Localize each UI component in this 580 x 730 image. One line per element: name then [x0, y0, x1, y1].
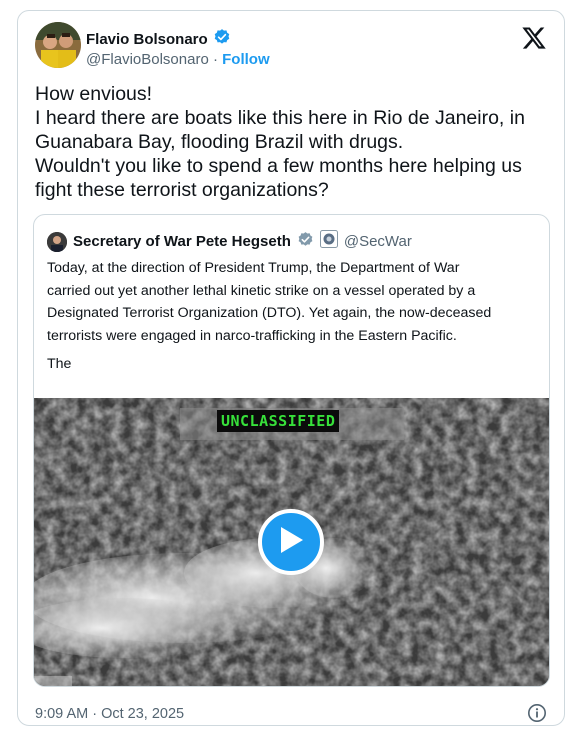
quoted-post[interactable]: Secretary of War Pete Hegseth @SecWar To…	[33, 214, 550, 687]
quote-text-line: Today, at the direction of President Tru…	[47, 260, 460, 276]
quote-author-avatar[interactable]	[47, 231, 67, 252]
government-badge-icon	[319, 230, 338, 253]
post-text-line: fight these terrorist organizations?	[35, 179, 329, 201]
post-text-line: I heard there are boats like this here i…	[35, 107, 525, 129]
info-icon[interactable]	[527, 703, 547, 723]
quote-text-line: Designated Terrorist Organization (DTO).…	[47, 305, 492, 321]
quote-author-handle[interactable]: @SecWar	[344, 233, 412, 250]
post-text-line: How envious!	[35, 83, 153, 105]
video-progress-indicator	[34, 676, 72, 686]
post-text: How envious! I heard there are boats lik…	[35, 82, 545, 202]
author-name[interactable]: Flavio Bolsonaro	[86, 31, 208, 48]
author-handle[interactable]: @FlavioBolsonaro	[86, 51, 209, 68]
x-logo-icon[interactable]	[521, 25, 547, 51]
quote-truncated-text: The	[47, 356, 72, 372]
verified-badge-icon	[297, 231, 314, 253]
quote-text-line: carried out yet another lethal kinetic s…	[47, 282, 476, 299]
verified-badge-icon	[213, 28, 231, 51]
quote-text: Today, at the direction of President Tru…	[47, 257, 542, 347]
handle-separator: ·	[212, 51, 218, 68]
follow-button[interactable]: Follow	[222, 51, 270, 68]
play-button[interactable]	[258, 509, 324, 575]
play-icon	[278, 526, 304, 559]
quote-text-line: terrorists were engaged in narco-traffic…	[47, 327, 457, 344]
post-text-line: Wouldn't you like to spend a few months …	[35, 155, 522, 177]
quote-author-name[interactable]: Secretary of War Pete Hegseth	[73, 233, 291, 250]
unclassified-label: UNCLASSIFIED	[217, 410, 340, 432]
post-card[interactable]: Flavio Bolsonaro @FlavioBolsonaro · Foll…	[17, 10, 565, 726]
author-avatar[interactable]	[35, 22, 81, 68]
post-timestamp[interactable]: 9:09 AM · Oct 23, 2025	[35, 706, 184, 722]
video-media[interactable]: UNCLASSIFIED	[34, 398, 549, 686]
post-text-line: Guanabara Bay, flooding Brazil with drug…	[35, 131, 404, 153]
